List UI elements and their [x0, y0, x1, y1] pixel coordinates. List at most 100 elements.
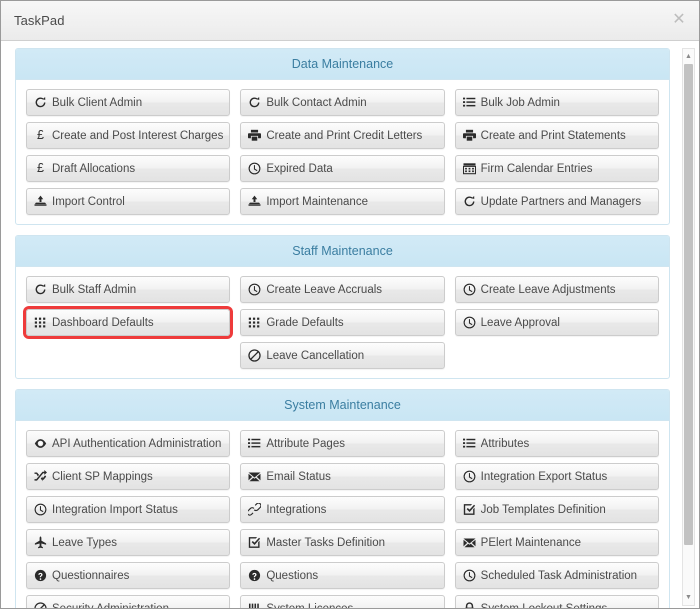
task-button-label: Dashboard Defaults: [52, 316, 154, 329]
task-button-pelert-maintenance[interactable]: PElert Maintenance: [454, 529, 659, 556]
task-cell: [21, 339, 235, 372]
task-button-integrations[interactable]: Integrations: [240, 496, 445, 523]
task-button-dashboard-defaults[interactable]: Dashboard Defaults: [26, 309, 231, 336]
task-cell: Questions: [235, 559, 449, 592]
task-button-create-and-print-statements[interactable]: Create and Print Statements: [454, 122, 659, 149]
task-button-bulk-contact-admin[interactable]: Bulk Contact Admin: [240, 89, 445, 116]
task-button-label: Integrations: [266, 503, 327, 516]
task-cell: Create Leave Adjustments: [450, 273, 664, 306]
task-button-scheduled-task-administration[interactable]: Scheduled Task Administration: [454, 562, 659, 589]
task-cell: Scheduled Task Administration: [450, 559, 664, 592]
task-button-create-and-print-credit-letters[interactable]: Create and Print Credit Letters: [240, 122, 445, 149]
section-panel: Staff Maintenance Bulk Staff Admin Create …: [15, 235, 670, 379]
task-button-attributes[interactable]: Attributes: [454, 430, 659, 457]
task-cell: Leave Approval: [450, 306, 664, 339]
task-button-label: Update Partners and Managers: [480, 195, 642, 208]
task-button-system-lockout-settings[interactable]: System Lockout Settings: [454, 595, 659, 609]
task-button-api-authentication-administration[interactable]: API Authentication Administration: [26, 430, 231, 457]
clock-icon: [462, 283, 477, 297]
task-cell: Attribute Pages: [235, 427, 449, 460]
task-cell: Attributes: [450, 427, 664, 460]
scroll-down-arrow-icon[interactable]: ▼: [683, 591, 694, 604]
taskpad-body: Data Maintenance Bulk Client Admin Bulk Co…: [1, 41, 699, 608]
section-items: Bulk Client Admin Bulk Contact Admin Bulk …: [16, 80, 669, 224]
task-button-label: Master Tasks Definition: [266, 536, 385, 549]
task-button-label: Create and Post Interest Charges: [52, 129, 224, 142]
task-cell: Leave Types: [21, 526, 235, 559]
task-button-integration-import-status[interactable]: Integration Import Status: [26, 496, 231, 523]
taskpad-window: TaskPad ✕ Data Maintenance Bulk Client Ad…: [0, 0, 700, 609]
question-circle-icon: [33, 569, 48, 583]
import-icon: [33, 195, 48, 209]
task-cell: Dashboard Defaults: [21, 306, 235, 339]
section-items: API Authentication Administration Attribu…: [16, 421, 669, 608]
list-icon: [462, 437, 477, 451]
clock-icon: [33, 503, 48, 517]
task-cell: Master Tasks Definition: [235, 526, 449, 559]
task-button-security-administration[interactable]: Security Administration: [26, 595, 231, 609]
task-button-label: Job Templates Definition: [480, 503, 606, 516]
sections-scroll-region: Data Maintenance Bulk Client Admin Bulk Co…: [15, 48, 684, 608]
task-cell: Leave Cancellation: [235, 339, 449, 372]
task-button-email-status[interactable]: Email Status: [240, 463, 445, 490]
list-icon: [247, 437, 262, 451]
vertical-scrollbar[interactable]: ▲ ▼: [682, 48, 695, 606]
task-button-firm-calendar-entries[interactable]: Firm Calendar Entries: [454, 155, 659, 182]
task-button-bulk-client-admin[interactable]: Bulk Client Admin: [26, 89, 231, 116]
task-button-label: Create Leave Accruals: [266, 283, 383, 296]
task-button-questionnaires[interactable]: Questionnaires: [26, 562, 231, 589]
shuffle-icon: [33, 470, 48, 484]
task-button-questions[interactable]: Questions: [240, 562, 445, 589]
task-button-client-sp-mappings[interactable]: Client SP Mappings: [26, 463, 231, 490]
task-button-leave-cancellation[interactable]: Leave Cancellation: [240, 342, 445, 369]
task-cell: Questionnaires: [21, 559, 235, 592]
task-button-label: Expired Data: [266, 162, 333, 175]
task-button-integration-export-status[interactable]: Integration Export Status: [454, 463, 659, 490]
task-button-master-tasks-definition[interactable]: Master Tasks Definition: [240, 529, 445, 556]
task-button-expired-data[interactable]: Expired Data: [240, 155, 445, 182]
task-button-label: Firm Calendar Entries: [480, 162, 593, 175]
task-button-label: Leave Cancellation: [266, 349, 365, 362]
task-cell: Update Partners and Managers: [450, 185, 664, 218]
scrollbar-thumb[interactable]: [684, 64, 693, 545]
task-button-create-leave-adjustments[interactable]: Create Leave Adjustments: [454, 276, 659, 303]
task-button-create-and-post-interest-charges[interactable]: £ Create and Post Interest Charges: [26, 122, 231, 149]
task-button-label: Import Control: [52, 195, 125, 208]
task-button-label: Scheduled Task Administration: [480, 569, 638, 582]
link-icon: [247, 503, 262, 517]
eye-icon: [33, 437, 48, 451]
task-cell: Security Administration: [21, 592, 235, 608]
list-icon: [462, 96, 477, 110]
task-button-update-partners-and-managers[interactable]: Update Partners and Managers: [454, 188, 659, 215]
section-panel: System Maintenance API Authentication Adm…: [15, 389, 670, 608]
task-cell: Grade Defaults: [235, 306, 449, 339]
task-button-label: System Lockout Settings: [481, 603, 608, 609]
ban-icon: [247, 349, 262, 363]
task-button-label: Integration Import Status: [52, 503, 178, 516]
task-button-leave-approval[interactable]: Leave Approval: [454, 309, 659, 336]
clock-icon: [462, 569, 477, 583]
task-button-bulk-staff-admin[interactable]: Bulk Staff Admin: [26, 276, 231, 303]
task-button-bulk-job-admin[interactable]: Bulk Job Admin: [454, 89, 659, 116]
task-button-import-control[interactable]: Import Control: [26, 188, 231, 215]
task-button-label: Security Administration: [52, 603, 169, 609]
grid-icon: [247, 316, 262, 330]
task-cell: Firm Calendar Entries: [450, 152, 664, 185]
task-cell: Import Maintenance: [235, 185, 449, 218]
scroll-up-arrow-icon[interactable]: ▲: [683, 50, 694, 63]
window-title: TaskPad: [14, 13, 65, 28]
task-button-import-maintenance[interactable]: Import Maintenance: [240, 188, 445, 215]
task-button-system-licences[interactable]: System Licences: [240, 595, 445, 608]
task-button-create-leave-accruals[interactable]: Create Leave Accruals: [240, 276, 445, 303]
task-button-attribute-pages[interactable]: Attribute Pages: [240, 430, 445, 457]
task-cell: API Authentication Administration: [21, 427, 235, 460]
task-cell: PElert Maintenance: [450, 526, 664, 559]
close-icon[interactable]: ✕: [670, 11, 688, 29]
task-button-draft-allocations[interactable]: £ Draft Allocations: [26, 155, 231, 182]
task-button-grade-defaults[interactable]: Grade Defaults: [240, 309, 445, 336]
task-cell: Bulk Job Admin: [450, 86, 664, 119]
task-button-leave-types[interactable]: Leave Types: [26, 529, 231, 556]
task-button-job-templates-definition[interactable]: Job Templates Definition: [454, 496, 659, 523]
grid-icon: [33, 316, 48, 330]
envelope-icon: [462, 536, 477, 550]
